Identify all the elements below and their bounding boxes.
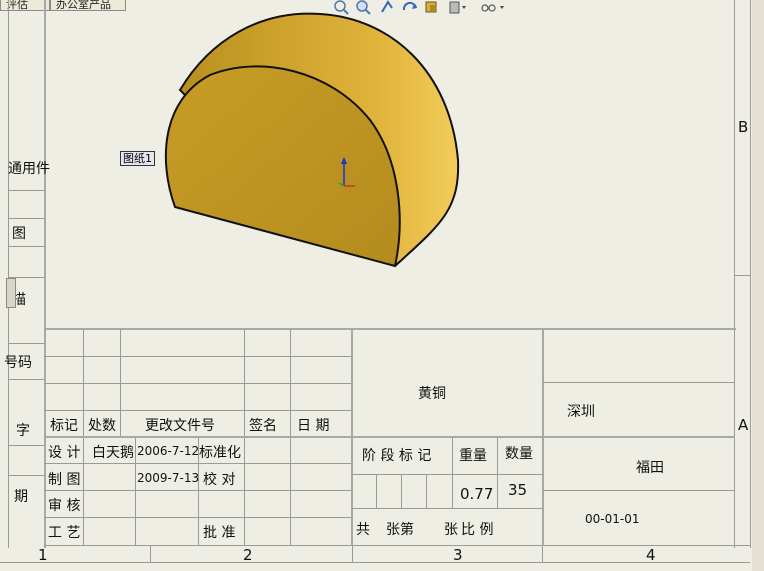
zone-2: 2	[243, 546, 253, 564]
drawing-sheet: 评估 办公室产品 通用件 图 描 号码 字 期 B A 1 2 3 4 图纸1 …	[0, 0, 764, 571]
sheet-label[interactable]: 图纸1	[120, 151, 155, 166]
material-value: 黄铜	[418, 386, 446, 402]
sheet-no-label: 张第	[386, 522, 414, 538]
rev-header-change-doc: 更改文件号	[145, 418, 215, 434]
zone-3: 3	[453, 546, 463, 564]
weight-label: 重量	[459, 448, 487, 464]
weight-value: 0.77	[460, 485, 494, 503]
design-label: 设 计	[48, 445, 81, 461]
design-date: 2006-7-12	[137, 444, 200, 458]
rotate-icon[interactable]	[402, 1, 417, 11]
left-label-number: 号码	[4, 355, 32, 371]
zone-1: 1	[38, 546, 48, 564]
zone-a: A	[738, 416, 749, 434]
draw-date: 2009-7-13	[137, 471, 200, 485]
left-label-common-part: 通用件	[8, 161, 50, 177]
designer-name: 白天鹅	[92, 445, 134, 461]
total-sheets-label: 共	[356, 522, 370, 538]
sheet-unit-label: 张	[444, 522, 458, 538]
rev-header-sign: 签名	[249, 418, 277, 434]
company-value: 深圳	[567, 404, 595, 420]
left-label-date: 期	[14, 489, 28, 505]
zone-b: B	[738, 118, 749, 136]
panel-collapse-handle[interactable]	[6, 278, 16, 308]
draw-label: 制 图	[48, 472, 81, 488]
check-label: 校 对	[203, 472, 236, 488]
tab-evaluate-label: 评估	[6, 0, 28, 11]
vertical-scrollbar[interactable]	[752, 0, 764, 571]
zone-4: 4	[646, 546, 656, 564]
process-label: 工 艺	[48, 525, 81, 541]
left-label-char: 字	[16, 423, 30, 439]
left-label-drawing: 图	[12, 226, 26, 242]
tab-office-products[interactable]: 办公室产品	[50, 0, 126, 11]
rev-header-date: 日 期	[297, 418, 330, 434]
standardize-label: 标准化	[199, 445, 241, 461]
review-label: 审 核	[48, 498, 81, 514]
stage-mark-label: 阶 段 标 记	[362, 448, 432, 464]
tab-office-products-label: 办公室产品	[56, 0, 111, 11]
drawing-number-value: 00-01-01	[585, 512, 640, 526]
part-name-value: 福田	[636, 460, 664, 476]
part-model[interactable]	[150, 10, 470, 275]
rev-header-count: 处数	[88, 418, 116, 434]
quantity-value: 35	[508, 481, 528, 499]
approve-label: 批 准	[203, 525, 236, 541]
quantity-label: 数量	[505, 446, 533, 462]
rev-header-mark: 标记	[50, 418, 78, 434]
scale-label: 比 例	[461, 522, 494, 538]
hide-show-icon[interactable]	[481, 4, 504, 12]
